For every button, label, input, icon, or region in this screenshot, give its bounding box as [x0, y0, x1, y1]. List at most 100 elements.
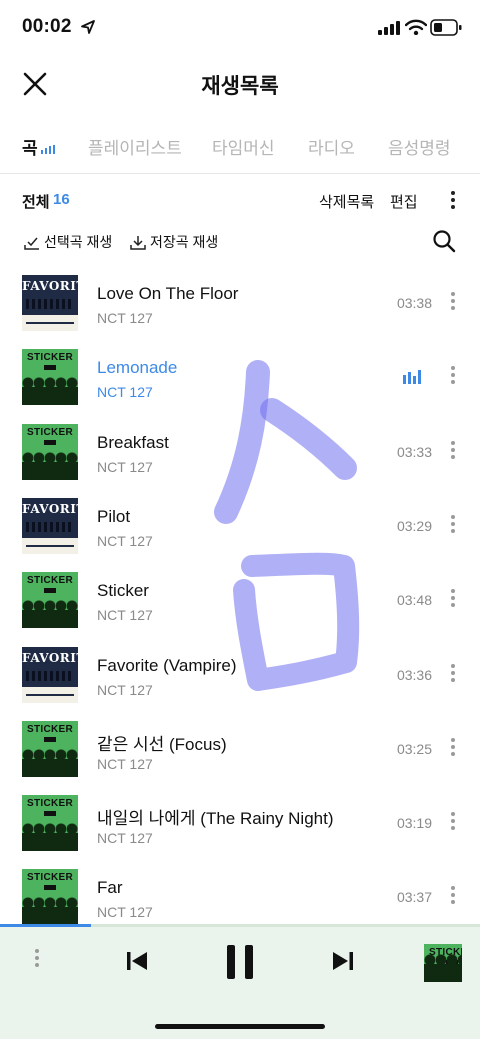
- song-row[interactable]: FAVORITE Pilot NCT 127 03:29: [0, 487, 480, 561]
- song-artist: NCT 127: [97, 755, 153, 772]
- song-title: Pilot: [97, 506, 131, 526]
- tab-radio[interactable]: 라디오: [308, 134, 355, 159]
- progress-fill: [0, 924, 92, 927]
- list-header: 전체 16 삭제목록 편집: [0, 186, 480, 216]
- song-more-icon[interactable]: [450, 663, 456, 684]
- tab-playlist[interactable]: 플레이리스트: [88, 134, 182, 159]
- album-art: STICKER: [22, 720, 78, 777]
- song-title: 같은 시선 (Focus): [97, 734, 227, 754]
- song-artist: NCT 127: [97, 904, 153, 921]
- player-more-icon[interactable]: [34, 949, 40, 969]
- saved-play-icon: [130, 236, 146, 250]
- album-art-title: FAVORITE: [22, 501, 78, 516]
- song-row-now-playing[interactable]: STICKER Lemonade NCT 127: [0, 338, 480, 412]
- album-art: FAVORITE: [22, 646, 78, 703]
- song-duration: 03:19: [396, 815, 432, 832]
- song-title: Love On The Floor: [97, 284, 239, 303]
- song-artist: NCT 127: [97, 310, 153, 326]
- album-art-title: STICKER: [27, 798, 73, 810]
- song-row[interactable]: STICKER Far NCT 127 03:37: [0, 858, 480, 932]
- play-saved-label: 저장곡 재생: [150, 234, 219, 250]
- next-track-icon[interactable]: [331, 949, 355, 973]
- tab-timemachine[interactable]: 타임머신: [212, 134, 275, 159]
- tab-songs[interactable]: 곡: [22, 134, 55, 159]
- progress-bar[interactable]: [0, 924, 480, 927]
- total-label: 전체: [22, 194, 50, 211]
- album-art-title: STICKER: [27, 426, 73, 438]
- page-title: 재생목록: [201, 75, 279, 98]
- song-more-icon[interactable]: [450, 589, 456, 609]
- song-duration: 03:36: [396, 666, 432, 683]
- song-duration: 03:25: [396, 740, 432, 757]
- song-more-icon[interactable]: [450, 514, 456, 535]
- song-artist: NCT 127: [97, 607, 153, 624]
- play-options: 선택곡 재생 저장곡 재생: [0, 226, 480, 258]
- song-more-icon[interactable]: [450, 737, 456, 758]
- album-art: STICKER: [22, 423, 78, 480]
- song-row[interactable]: STICKER Sticker NCT 127 03:48: [0, 561, 480, 635]
- song-duration: 03:37: [396, 889, 432, 906]
- album-art-title: FAVORITE: [22, 279, 78, 293]
- battery-icon: [430, 19, 462, 36]
- cellular-signal-icon: [378, 21, 400, 35]
- song-more-icon[interactable]: [450, 812, 456, 832]
- album-art: STICKER: [22, 349, 78, 406]
- pause-icon[interactable]: [225, 944, 255, 980]
- equalizer-icon: [40, 145, 55, 154]
- mini-player: STICKER: [0, 924, 480, 1039]
- previous-track-icon[interactable]: [125, 949, 149, 973]
- status-bar: 00:02: [0, 0, 480, 56]
- album-art-title: STICKER: [27, 575, 73, 587]
- song-title: Lemonade: [97, 358, 178, 378]
- now-playing-album-art[interactable]: STICKER: [424, 944, 462, 982]
- tab-voice-command[interactable]: 음성명령: [388, 134, 451, 159]
- song-duration: 03:33: [396, 443, 432, 460]
- home-indicator[interactable]: [155, 1024, 325, 1029]
- tab-bar: 곡 플레이리스트 타임머신 라디오 음성명령: [0, 126, 480, 174]
- album-art: STICKER: [22, 795, 78, 852]
- song-title: Breakfast: [97, 432, 169, 452]
- tab-songs-label: 곡: [22, 139, 38, 158]
- album-art-title: STICKER: [27, 872, 73, 884]
- album-art: FAVORITE: [22, 497, 78, 554]
- edit-button[interactable]: 편집: [390, 191, 418, 212]
- play-saved-button[interactable]: 저장곡 재생: [130, 232, 218, 252]
- more-options-icon[interactable]: [450, 191, 456, 211]
- wifi-icon: [405, 19, 427, 35]
- song-artist: NCT 127: [97, 532, 153, 549]
- song-row[interactable]: STICKER 같은 시선 (Focus) NCT 127 03:25: [0, 710, 480, 784]
- search-icon[interactable]: [432, 229, 456, 253]
- song-more-icon[interactable]: [450, 440, 456, 461]
- song-duration: 03:29: [396, 517, 432, 534]
- album-art-title: STICKER: [27, 352, 73, 364]
- song-artist: NCT 127: [97, 458, 153, 475]
- play-selected-label: 선택곡 재생: [44, 234, 113, 250]
- song-row[interactable]: STICKER 내일의 나에게 (The Rainy Night) NCT 127 0…: [0, 784, 480, 858]
- deleted-list-button[interactable]: 삭제목록: [319, 191, 374, 212]
- album-art: FAVORITE: [22, 275, 78, 331]
- check-play-icon: [24, 237, 39, 250]
- play-selected-button[interactable]: 선택곡 재생: [24, 232, 112, 252]
- now-playing-equalizer-icon: [403, 370, 421, 385]
- song-row[interactable]: FAVORITE Favorite (Vampire) NCT 127 03:36: [0, 636, 480, 710]
- song-row[interactable]: FAVORITE Love On The Floor NCT 127 03:38: [0, 264, 480, 338]
- song-title: Sticker: [97, 581, 149, 601]
- song-more-icon[interactable]: [450, 292, 456, 312]
- song-duration: 03:48: [396, 592, 432, 609]
- song-more-icon[interactable]: [450, 886, 456, 906]
- album-art-title: STICKER: [27, 723, 73, 735]
- top-bar: 재생목록: [0, 56, 480, 112]
- location-arrow-icon: [81, 20, 95, 34]
- song-title: 내일의 나에게 (The Rainy Night): [97, 809, 334, 829]
- song-title: Favorite (Vampire): [97, 655, 237, 675]
- song-title: Far: [97, 878, 123, 898]
- song-artist: NCT 127: [97, 681, 153, 698]
- album-art-title: FAVORITE: [22, 650, 78, 665]
- album-art: STICKER: [22, 869, 78, 926]
- song-artist: NCT 127: [97, 830, 153, 847]
- song-artist: NCT 127: [97, 384, 153, 401]
- song-duration: 03:38: [396, 295, 432, 311]
- song-more-icon[interactable]: [450, 366, 456, 386]
- status-time: 00:02: [22, 16, 72, 37]
- song-row[interactable]: STICKER Breakfast NCT 127 03:33: [0, 413, 480, 487]
